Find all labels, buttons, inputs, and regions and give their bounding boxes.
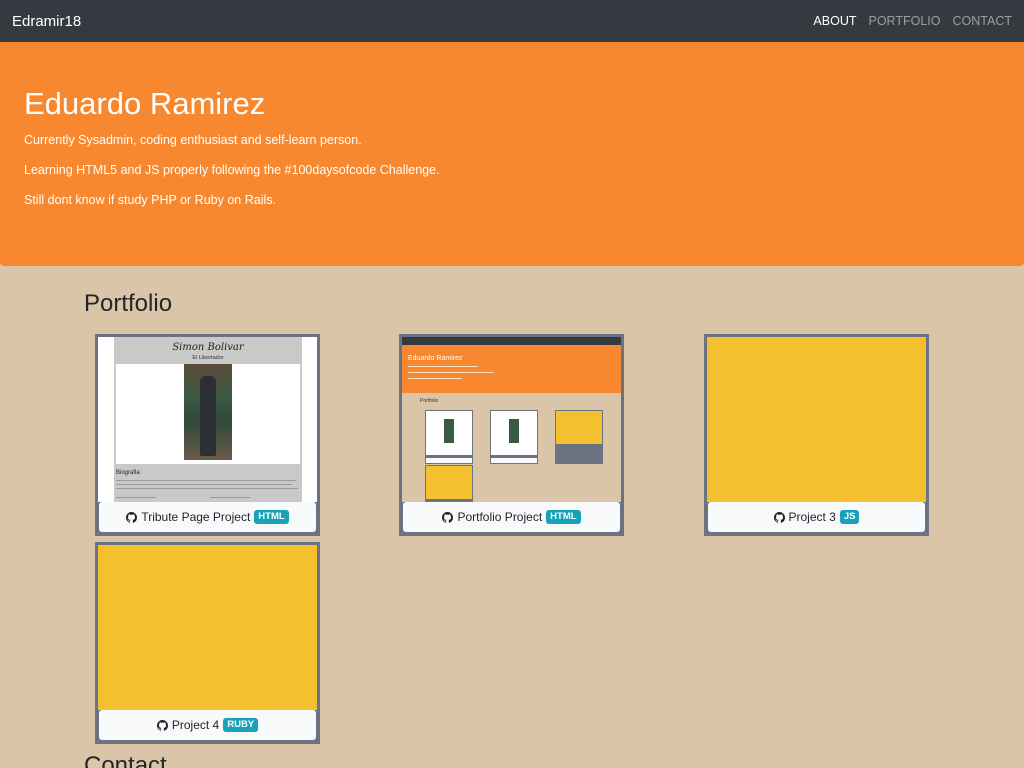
portfolio-thumb-name: Eduardo Ramirez [408,355,463,362]
top-navbar: Edramir18 ABOUT PORTFOLIO CONTACT [0,0,1024,42]
hero-name: Eduardo Ramirez [24,86,266,121]
text-line [408,372,494,373]
brand-link[interactable]: Edramir18 [12,13,81,30]
project-label: Portfolio Project [457,510,543,524]
project-caption[interactable]: Project 3 JS [708,502,925,532]
tribute-thumb-section: Biografia [116,470,140,476]
project-label: Project 4 [171,718,220,732]
language-badge: JS [839,510,860,524]
project-caption[interactable]: Portfolio Project HTML [403,502,620,532]
github-icon [126,511,138,523]
mini-card-caption [426,458,472,463]
portfolio-title: Portfolio [84,290,173,317]
nav-link-contact[interactable]: CONTACT [953,14,1013,28]
hero-line-2: Learning HTML5 and JS properly following… [24,163,440,177]
portrait-figure [200,376,216,456]
text-line [116,484,292,485]
text-line [408,378,462,379]
mini-card-image [426,411,472,455]
nav-link-about[interactable]: ABOUT [813,14,856,28]
project-label: Tribute Page Project [141,510,251,524]
hero-line-1: Currently Sysadmin, coding enthusiast an… [24,133,362,147]
mini-card-image [491,411,537,455]
hero-jumbotron: Eduardo Ramirez Currently Sysadmin, codi… [0,42,1024,266]
text-line [210,497,250,498]
mini-card-image [556,411,602,444]
portfolio-page-screenshot: Eduardo Ramirez Portfolio [402,337,621,502]
portfolio-thumb-hero: Eduardo Ramirez [402,345,621,393]
mini-portrait [509,419,519,443]
project-card-3[interactable]: Project 3 JS [704,334,929,536]
github-icon [156,719,168,731]
project-caption[interactable]: Tribute Page Project HTML [99,502,316,532]
nav-link-portfolio[interactable]: PORTFOLIO [868,14,940,28]
language-badge: HTML [546,510,581,524]
text-line [116,480,296,481]
github-icon [773,511,785,523]
yellow-placeholder [707,337,926,502]
mini-card [490,410,538,464]
mini-card [425,465,473,502]
contact-title: Contact [84,752,167,768]
github-icon [442,511,454,523]
yellow-placeholder [98,545,317,710]
mini-portrait [444,419,454,443]
mini-card-caption [491,458,537,463]
project-card-4[interactable]: Project 4 RUBY [95,542,320,744]
tribute-thumb-title: Simon Bolivar [172,342,244,353]
hero-line-3: Still dont know if study PHP or Ruby on … [24,193,276,207]
text-line [408,366,478,367]
text-line [116,497,156,498]
language-badge: HTML [254,510,289,524]
tribute-thumb-panel: Simon Bolivar El Libertador Biografia [114,337,302,502]
portrait-image [184,364,232,460]
project-caption[interactable]: Project 4 RUBY [99,710,316,740]
portfolio-thumb-section: Portfolio [420,398,439,404]
tribute-thumb-image-box [116,364,300,464]
mini-card [555,410,603,464]
nav-links: ABOUT PORTFOLIO CONTACT [813,14,1012,28]
tribute-thumb-subtitle: El Libertador [192,355,224,361]
text-line [116,488,298,489]
portfolio-thumb-navbar [402,337,621,345]
mini-card-image [426,466,472,499]
project-card-portfolio[interactable]: Eduardo Ramirez Portfolio Portfolio Proj… [399,334,624,536]
project-label: Project 3 [788,510,836,524]
project-card-tribute[interactable]: Simon Bolivar El Libertador Biografia Tr… [95,334,320,536]
language-badge: RUBY [223,718,259,732]
tribute-page-screenshot: Simon Bolivar El Libertador Biografia [98,337,317,502]
mini-card [425,410,473,464]
